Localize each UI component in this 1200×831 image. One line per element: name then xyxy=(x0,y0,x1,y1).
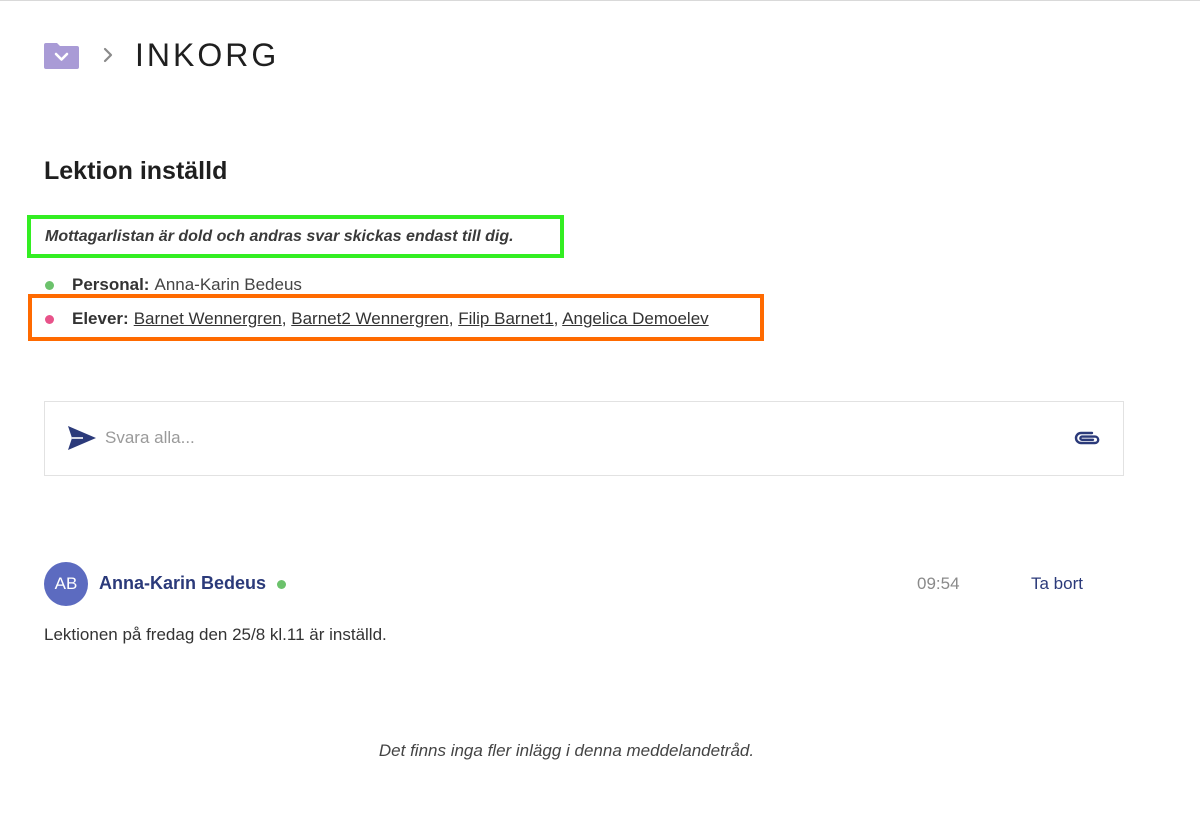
students-names: Barnet Wennergren, Barnet2 Wennergren, F… xyxy=(134,309,709,329)
avatar: AB xyxy=(44,562,88,606)
staff-label: Personal: xyxy=(72,275,150,294)
delete-button[interactable]: Ta bort xyxy=(1031,574,1083,594)
online-status-dot xyxy=(277,580,286,589)
chevron-right-icon xyxy=(103,47,113,63)
recipient-row-students: Elever: Barnet Wennergren, Barnet2 Wenne… xyxy=(45,309,709,329)
student-link[interactable]: Filip Barnet1 xyxy=(458,309,553,328)
hidden-recipients-notice: Mottagarlistan är dold och andras svar s… xyxy=(27,215,564,258)
student-link[interactable]: Angelica Demoelev xyxy=(562,309,708,328)
students-status-dot xyxy=(45,314,54,324)
paperclip-icon[interactable] xyxy=(1072,428,1102,448)
top-divider xyxy=(0,0,1200,1)
send-icon[interactable] xyxy=(67,425,97,451)
hidden-recipients-notice-text: Mottagarlistan är dold och andras svar s… xyxy=(45,227,514,245)
message-body: Lektionen på fredag den 25/8 kl.11 är in… xyxy=(44,625,387,644)
message-author[interactable]: Anna-Karin Bedeus xyxy=(99,573,266,594)
thread-title: Lektion inställd xyxy=(44,157,228,185)
folder-chevron-icon[interactable] xyxy=(44,40,79,70)
students-label: Elever: xyxy=(72,309,129,328)
end-of-thread-note: Det finns inga fler inlägg i denna medde… xyxy=(378,741,755,760)
staff-names: Anna-Karin Bedeus xyxy=(154,275,302,294)
student-separator: , xyxy=(553,309,559,328)
message-time: 09:54 xyxy=(917,574,960,593)
reply-box xyxy=(44,401,1124,476)
student-separator: , xyxy=(448,309,454,328)
student-separator: , xyxy=(281,309,287,328)
recipient-row-staff: Personal: Anna-Karin Bedeus xyxy=(45,275,302,295)
breadcrumb: INKORG xyxy=(44,36,280,73)
message-item: AB Anna-Karin Bedeus 09:54 Ta bort Lekti… xyxy=(44,562,1124,652)
staff-status-dot xyxy=(45,280,54,290)
reply-all-input[interactable] xyxy=(105,422,1045,454)
page-title: INKORG xyxy=(135,36,280,73)
student-link[interactable]: Barnet2 Wennergren xyxy=(291,309,449,328)
student-link[interactable]: Barnet Wennergren xyxy=(134,309,282,328)
